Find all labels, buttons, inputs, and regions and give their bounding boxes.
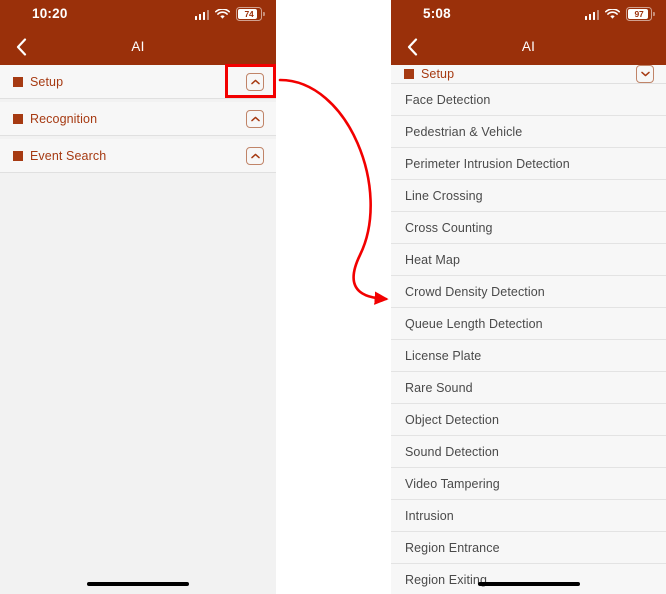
section-label: Recognition <box>30 111 98 126</box>
section-header-event-search[interactable]: Event Search <box>0 139 276 173</box>
status-bar-left: 10:20 74 <box>0 0 276 28</box>
square-bullet-icon <box>13 76 23 87</box>
list-item[interactable]: Region Entrance <box>391 532 666 564</box>
list-item[interactable]: Queue Length Detection <box>391 308 666 340</box>
section-header-setup[interactable]: Setup <box>391 65 666 84</box>
status-bar-right: 5:08 97 <box>391 0 666 28</box>
battery-icon: 74 <box>236 7 265 21</box>
list-item[interactable]: Face Detection <box>391 84 666 116</box>
chevron-left-icon <box>407 37 417 56</box>
content-right: Setup Face Detection Pedestrian & Vehicle… <box>391 65 666 594</box>
screenshot-stage: 10:20 74 AI Setup Recognition Event Sear… <box>0 0 666 594</box>
wifi-icon <box>605 8 620 20</box>
nav-bar-left: AI <box>0 28 276 65</box>
list-item[interactable]: Heat Map <box>391 244 666 276</box>
content-left: Setup Recognition Event Search <box>0 65 276 594</box>
battery-icon: 97 <box>626 7 655 21</box>
phone-screen-expanded: 5:08 97 AI Setup Face Detection Pedestri… <box>391 0 666 594</box>
square-bullet-icon <box>13 113 23 124</box>
list-item[interactable]: License Plate <box>391 340 666 372</box>
cellular-signal-icon <box>584 9 599 20</box>
chevron-up-icon[interactable] <box>246 72 264 91</box>
phone-screen-collapsed: 10:20 74 AI Setup Recognition Event Sear… <box>0 0 276 594</box>
battery-percent: 74 <box>244 8 254 19</box>
home-indicator <box>477 582 580 586</box>
section-label: Event Search <box>30 148 107 163</box>
section-header-recognition[interactable]: Recognition <box>0 102 276 136</box>
empty-area <box>0 173 276 594</box>
page-title: AI <box>521 39 536 54</box>
status-icons-group: 74 <box>194 7 265 21</box>
chevron-up-icon[interactable] <box>246 109 264 128</box>
list-item[interactable]: Perimeter Intrusion Detection <box>391 148 666 180</box>
nav-bar-right: AI <box>391 28 666 65</box>
wifi-icon <box>215 8 230 20</box>
status-time: 10:20 <box>32 6 68 21</box>
section-label: Setup <box>30 74 64 89</box>
battery-percent: 97 <box>634 8 644 19</box>
square-bullet-icon <box>13 150 23 161</box>
status-time: 5:08 <box>423 6 451 21</box>
chevron-left-icon <box>16 37 26 56</box>
list-item[interactable]: Line Crossing <box>391 180 666 212</box>
square-bullet-icon <box>404 69 414 79</box>
list-item[interactable]: Sound Detection <box>391 436 666 468</box>
list-item[interactable]: Video Tampering <box>391 468 666 500</box>
section-label: Setup <box>421 67 455 81</box>
list-item[interactable]: Pedestrian & Vehicle <box>391 116 666 148</box>
list-item[interactable]: Crowd Density Detection <box>391 276 666 308</box>
cellular-signal-icon <box>194 9 209 20</box>
chevron-down-icon[interactable] <box>636 65 654 83</box>
list-item[interactable]: Rare Sound <box>391 372 666 404</box>
chevron-up-icon[interactable] <box>246 146 264 165</box>
list-item[interactable]: Cross Counting <box>391 212 666 244</box>
ai-feature-list: Face Detection Pedestrian & Vehicle Perime… <box>391 84 666 594</box>
page-title: AI <box>131 39 145 54</box>
back-button[interactable] <box>397 28 427 65</box>
list-item[interactable]: Region Exiting <box>391 564 666 594</box>
list-item[interactable]: Intrusion <box>391 500 666 532</box>
section-header-setup[interactable]: Setup <box>0 65 276 99</box>
status-icons-group: 97 <box>584 7 655 21</box>
list-item[interactable]: Object Detection <box>391 404 666 436</box>
home-indicator <box>87 582 189 586</box>
back-button[interactable] <box>6 28 36 65</box>
